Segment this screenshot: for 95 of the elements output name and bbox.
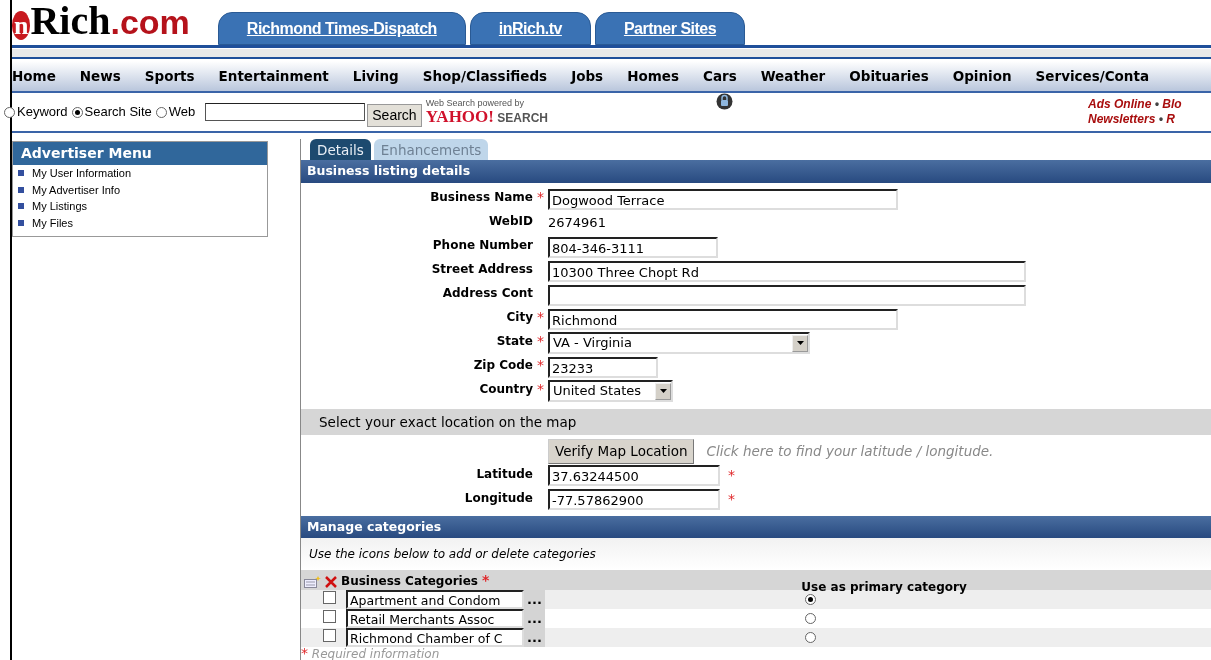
radio-label: Search Site	[84, 103, 152, 122]
required-asterisk: *	[728, 466, 735, 485]
input-field[interactable]: Dogwood Terrace	[548, 188, 898, 210]
nav-link[interactable]: News	[79, 65, 133, 87]
field-value: 2674961	[548, 214, 607, 233]
powered-by-text: Web Search powered by	[425, 99, 526, 108]
quick-link[interactable]: Ads Online	[1088, 97, 1152, 111]
radio-button[interactable]	[804, 613, 816, 625]
required-asterisk: *	[536, 308, 545, 327]
radio-button[interactable]	[4, 106, 15, 118]
field-label: Longitude	[463, 489, 533, 507]
dropdown[interactable]: United States	[548, 380, 673, 402]
radio-label: Web	[168, 103, 196, 122]
required-asterisk: *	[728, 490, 735, 509]
site-tab[interactable]: Partner Sites	[594, 12, 746, 45]
field-label: WebID	[488, 213, 533, 230]
required-asterisk: *	[536, 356, 545, 375]
column-header: Use as primary category	[801, 579, 967, 597]
menu-link[interactable]: My Advertiser Info	[13, 181, 267, 198]
nav-link[interactable]: Living	[352, 65, 411, 87]
nav-link[interactable]: Homes	[627, 65, 691, 87]
hint-text: Click here to find your latitude / longitude.	[706, 442, 994, 462]
nav-link[interactable]: Sports	[144, 65, 207, 87]
required-asterisk: *	[536, 332, 545, 351]
column-header: Business Categories	[341, 573, 478, 591]
browse-button[interactable]: ...	[524, 628, 545, 648]
input-field[interactable]: 37.63244500	[548, 465, 720, 486]
browse-button[interactable]: ...	[524, 609, 545, 629]
bullet-icon	[18, 186, 24, 193]
radio-button[interactable]	[804, 594, 816, 606]
section-header: Manage categories	[301, 515, 1211, 539]
search-provider-logo: YAHOO!	[425, 107, 494, 126]
footnote-text: * Required information	[301, 647, 441, 660]
category-field[interactable]: Retail Merchants Assoc	[346, 609, 524, 629]
site-tab[interactable]: inRich.tv	[469, 12, 591, 45]
tab[interactable]: Details	[310, 139, 371, 161]
verify-map-button[interactable]: Verify Map Location	[548, 439, 695, 464]
field-label: Latitude	[475, 465, 533, 483]
radio-button[interactable]	[155, 106, 167, 118]
menu-link[interactable]: My Listings	[13, 198, 267, 215]
field-label: Street Address	[430, 261, 533, 278]
bullet-icon	[18, 219, 24, 226]
checkbox[interactable]	[323, 629, 336, 643]
site-logo[interactable]: nRich.com	[12, 0, 190, 47]
input-field[interactable]: 23233	[548, 356, 658, 378]
field-label: City	[505, 309, 533, 326]
bullet-separator: •	[1158, 112, 1163, 126]
radio-button[interactable]	[804, 632, 816, 644]
nav-link[interactable]: Home	[12, 65, 68, 87]
required-asterisk: *	[482, 571, 490, 591]
dropdown[interactable]: VA - Virginia	[548, 332, 810, 354]
field-label: State	[495, 333, 533, 350]
search-provider-text: SEARCH	[496, 111, 548, 125]
nav-link[interactable]: Obituaries	[849, 65, 941, 87]
quick-link[interactable]: Blo	[1162, 97, 1182, 111]
nav-link[interactable]: Jobs	[571, 65, 616, 87]
field-label: Business Name	[429, 189, 533, 206]
field-label: Zip Code	[472, 357, 533, 374]
section-header: Business listing details	[301, 160, 1211, 183]
input-field[interactable]: Richmond	[548, 308, 898, 330]
nav-link[interactable]: Entertainment	[218, 65, 341, 87]
field-label: Address Cont	[441, 285, 533, 302]
menu-title: Advertiser Menu	[13, 142, 267, 165]
required-asterisk: *	[536, 188, 545, 207]
lock-icon[interactable]	[716, 93, 733, 110]
bullet-separator: •	[1154, 97, 1159, 111]
menu-link[interactable]: My User Information	[13, 165, 267, 182]
required-asterisk: *	[536, 380, 545, 399]
bullet-icon	[18, 170, 24, 177]
category-field[interactable]: Richmond Chamber of C	[346, 628, 524, 648]
bullet-icon	[18, 203, 24, 210]
quick-link[interactable]: Newsletters	[1088, 112, 1156, 126]
radio-button[interactable]	[71, 106, 83, 118]
field-label: Phone Number	[431, 237, 533, 254]
site-tab[interactable]: Richmond Times-Dispatch	[217, 12, 466, 45]
category-field[interactable]: Apartment and Condom	[346, 590, 524, 610]
field-label: Country	[478, 381, 533, 398]
browse-button[interactable]: ...	[524, 590, 545, 610]
input-field[interactable]: 10300 Three Chopt Rd	[548, 260, 1026, 282]
nav-link[interactable]: Cars	[703, 65, 749, 87]
nav-link[interactable]: Shop/Classifieds	[422, 65, 560, 87]
radio-label: Keyword	[17, 103, 68, 122]
section-subheader: Select your exact location on the map	[301, 409, 1211, 436]
input-field[interactable]: -77.57862900	[548, 489, 720, 510]
nav-link[interactable]: Weather	[760, 65, 838, 87]
checkbox[interactable]	[323, 610, 336, 624]
nav-link[interactable]: Services/Conta	[1035, 65, 1162, 87]
quick-link[interactable]: R	[1166, 112, 1175, 126]
search-field[interactable]	[205, 103, 366, 121]
search-button[interactable]: Search	[367, 103, 422, 127]
menu-link[interactable]: My Files	[13, 214, 267, 231]
checkbox[interactable]	[323, 591, 336, 605]
input-field[interactable]: 804-346-3111	[548, 236, 718, 258]
input-field[interactable]	[548, 284, 1026, 306]
nav-link[interactable]: Opinion	[952, 65, 1024, 87]
